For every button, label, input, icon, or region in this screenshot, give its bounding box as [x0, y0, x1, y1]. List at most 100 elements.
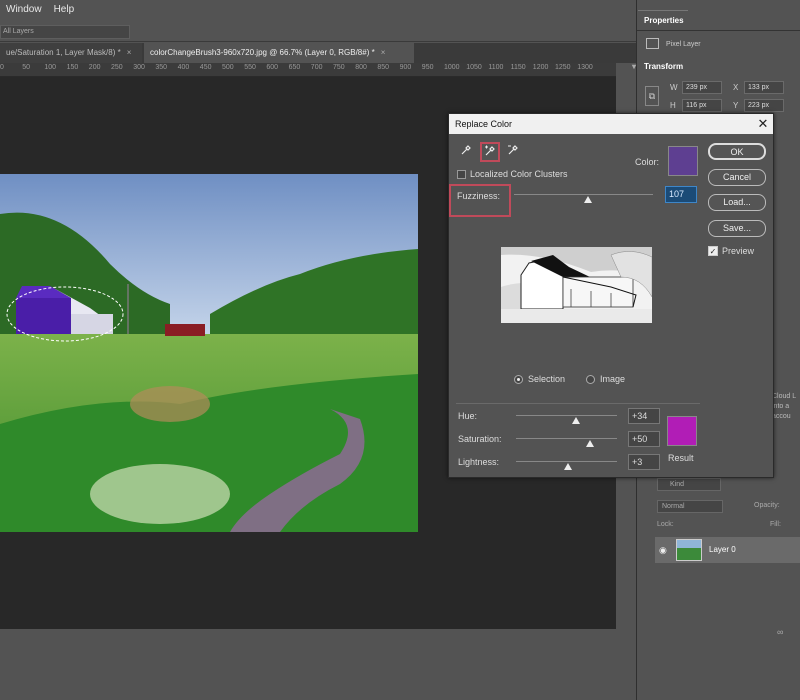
y-field[interactable]: 223 px [744, 99, 784, 112]
ruler-tick-label: 250 [111, 64, 123, 71]
fuzziness-value-field[interactable]: 107 [665, 186, 697, 203]
ruler-tick-label: 550 [244, 64, 256, 71]
ruler-tick-label: 50 [22, 64, 30, 71]
ruler-tick-label: 100 [44, 64, 57, 71]
close-icon[interactable]: ✕ [754, 114, 772, 134]
selection-preview[interactable] [501, 247, 652, 323]
w-label: W [670, 83, 678, 92]
localized-clusters-checkbox[interactable] [457, 170, 466, 179]
ruler-tick-label: 950 [421, 64, 434, 71]
menu-window[interactable]: Window [0, 4, 48, 15]
ruler-tick-label: 1100 [488, 64, 504, 71]
lock-label: Lock: [657, 521, 674, 528]
lightness-slider[interactable] [516, 461, 617, 462]
color-label: Color: [635, 157, 660, 167]
save-button[interactable]: Save... [708, 220, 766, 237]
height-field[interactable]: 116 px [682, 99, 722, 112]
tab-label: colorChangeBrush3-960x720.jpg @ 66.7% (L… [150, 48, 375, 57]
transform-section[interactable]: ▾ Transform [628, 60, 800, 74]
hue-value-field[interactable]: +34 [628, 408, 660, 424]
ruler-tick-label: 300 [133, 64, 145, 71]
properties-subtitle: Pixel Layer [666, 41, 701, 48]
ruler-tick-label: 900 [399, 64, 412, 71]
layer-name[interactable]: Layer 0 [709, 545, 736, 554]
eye-icon[interactable]: ◉ [659, 545, 667, 556]
selection-radio[interactable] [514, 375, 523, 384]
link-layers-icon[interactable]: ∞ [777, 627, 783, 637]
result-color-swatch[interactable] [667, 416, 697, 446]
link-proportions-icon[interactable]: ⧉ [645, 86, 659, 106]
ruler-tick-label: 350 [155, 64, 168, 71]
preview-label: Preview [722, 246, 755, 256]
fill-label: Fill: [770, 521, 781, 528]
ruler-tick-label: 750 [333, 64, 345, 71]
fuzziness-slider-thumb[interactable] [583, 196, 592, 203]
menu-help[interactable]: Help [48, 4, 81, 15]
ruler-tick-label: 0 [0, 64, 4, 71]
ruler-tick-label: 1300 [577, 64, 593, 71]
result-label: Result [668, 453, 694, 463]
saturation-slider-thumb[interactable] [585, 440, 594, 447]
ruler-tick-label: 200 [88, 64, 101, 71]
close-icon[interactable]: × [381, 48, 386, 57]
ruler-tick-label: 500 [222, 64, 234, 71]
y-label: Y [733, 101, 739, 110]
ruler-tick-label: 450 [199, 64, 212, 71]
image-radio-label: Image [600, 374, 626, 384]
pixel-layer-icon [646, 38, 659, 49]
chevron-down-icon[interactable]: ▾ [632, 62, 636, 71]
layer-thumbnail [676, 539, 702, 561]
hue-slider-thumb[interactable] [571, 417, 580, 424]
preview-checkbox[interactable]: ✓ [708, 246, 718, 256]
x-label: X [733, 83, 739, 92]
image-radio[interactable] [586, 375, 595, 384]
ruler-tick-label: 850 [377, 64, 390, 71]
sample-layers-dropdown[interactable]: All Layers [0, 25, 130, 39]
opacity-label: Opacity: [754, 502, 780, 509]
ruler-tick-label: 600 [266, 64, 279, 71]
ruler-tick-label: 1000 [444, 64, 460, 71]
document-image[interactable] [0, 174, 418, 532]
cancel-button[interactable]: Cancel [708, 169, 766, 186]
ruler-tick-label: 1200 [532, 64, 549, 71]
lightness-slider-thumb[interactable] [563, 463, 572, 470]
ok-button[interactable]: OK [708, 143, 766, 160]
hue-label: Hue: [458, 411, 478, 421]
localized-clusters-label: Localized Color Clusters [470, 169, 568, 179]
ruler-tick-label: 1250 [555, 64, 571, 71]
ruler-tick-label: 400 [177, 64, 190, 71]
lightness-value-field[interactable]: +3 [628, 454, 660, 470]
saturation-value-field[interactable]: +50 [628, 431, 660, 447]
hue-slider[interactable] [516, 415, 617, 416]
horizontal-ruler: 0 50 100 150 200 250 300 350 400 450 500 550 600 650 7… [0, 63, 616, 77]
layer-filter-kind[interactable]: Kind [657, 478, 721, 491]
eyedropper-icon[interactable] [457, 143, 475, 161]
dialog-title: Replace Color [449, 114, 773, 134]
saturation-slider[interactable] [516, 438, 617, 439]
x-field[interactable]: 133 px [744, 81, 784, 94]
divider [637, 30, 800, 31]
divider [456, 403, 700, 404]
fuzziness-slider[interactable] [514, 194, 653, 195]
h-label: H [670, 101, 676, 110]
document-tab-active[interactable]: colorChangeBrush3-960x720.jpg @ 66.7% (L… [144, 43, 414, 63]
tab-label: ue/Saturation 1, Layer Mask/8) * [6, 48, 121, 57]
fuzziness-label: Fuzziness: [457, 191, 501, 201]
close-icon[interactable]: × [127, 48, 132, 57]
lightness-label: Lightness: [458, 457, 500, 467]
tab-properties[interactable]: Properties [638, 10, 688, 30]
load-button[interactable]: Load... [708, 194, 766, 211]
ruler-tick-label: 1150 [510, 64, 526, 71]
transform-title: Transform [644, 62, 684, 71]
ruler-tick-label: 1050 [466, 64, 482, 71]
eyedropper-subtract-icon[interactable] [504, 143, 522, 161]
blend-mode-dropdown[interactable]: Normal [657, 500, 723, 513]
width-field[interactable]: 239 px [682, 81, 722, 94]
eyedropper-add-icon[interactable] [480, 142, 500, 162]
sample-color-swatch[interactable] [668, 146, 698, 176]
saturation-label: Saturation: [458, 434, 502, 444]
document-tab-huesat[interactable]: ue/Saturation 1, Layer Mask/8) * × [0, 43, 142, 63]
cloud-promo-text: Cloud L into a accou [772, 393, 797, 420]
selection-radio-label: Selection [528, 374, 566, 384]
document-tab-bar: ue/Saturation 1, Layer Mask/8) * × colorC… [0, 43, 636, 63]
